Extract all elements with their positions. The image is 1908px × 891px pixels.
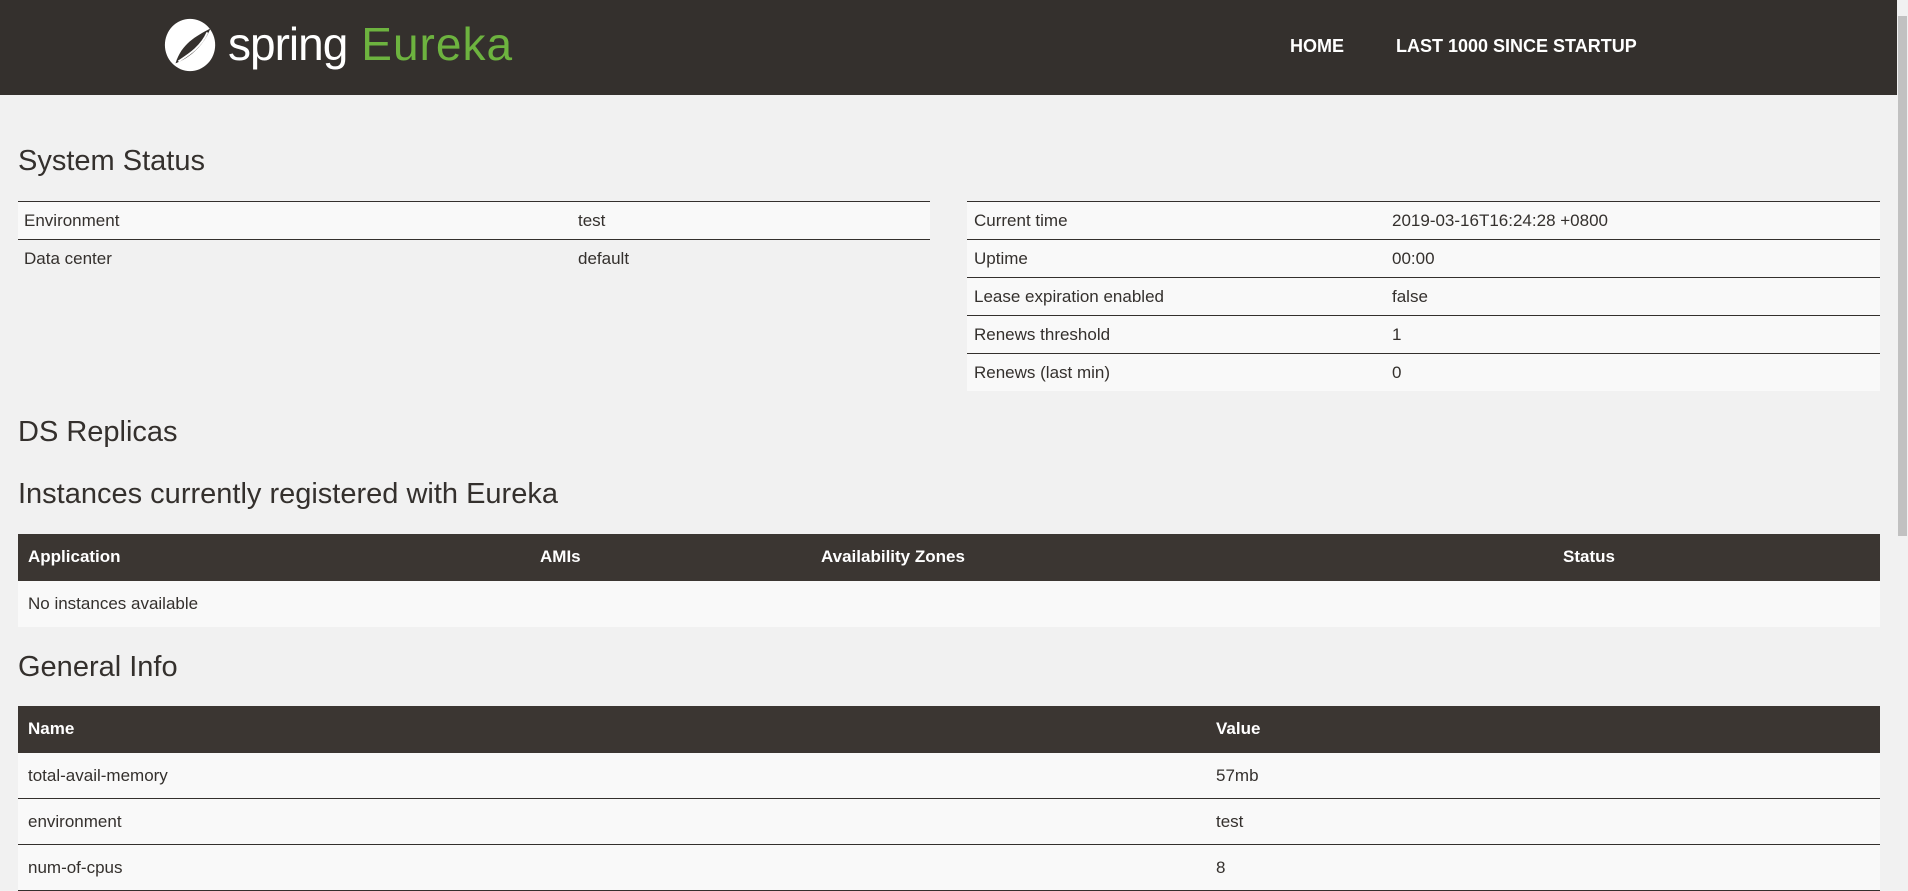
row-key: Renews (last min) [974, 363, 1111, 382]
scrollbar[interactable] [1897, 0, 1908, 886]
table-row: No instances available [18, 581, 1880, 627]
instances-table: Application AMIs Availability Zones Stat… [18, 534, 1880, 627]
table-row: Renews (last min) 0 [967, 353, 1880, 391]
row-key: Environment [24, 211, 120, 230]
spring-eureka-logo[interactable]: spring Eureka [162, 15, 513, 73]
table-row: Data center default [18, 239, 930, 277]
table-row: num-of-cpus 8 [18, 845, 1880, 891]
table-row: Lease expiration enabled false [967, 277, 1880, 315]
row-value: default [578, 249, 630, 268]
table-header: Name Value [18, 706, 1880, 753]
ds-replicas-heading: DS Replicas [18, 416, 178, 448]
col-availability-zones: Availability Zones [821, 547, 965, 566]
row-value: 1 [1392, 325, 1402, 344]
row-key: Data center [24, 249, 112, 268]
table-row: total-avail-memory 57mb [18, 753, 1880, 799]
table-row: Renews threshold 1 [967, 315, 1880, 353]
table-row: Environment test [18, 201, 930, 239]
row-value: 57mb [1216, 766, 1259, 785]
col-amis: AMIs [540, 547, 581, 566]
row-key: Lease expiration enabled [974, 287, 1164, 306]
table-row: Uptime 00:00 [967, 239, 1880, 277]
general-info-table: Name Value total-avail-memory 57mb enviro… [18, 706, 1880, 891]
system-status-right-table: Current time 2019-03-16T16:24:28 +0800 Up… [967, 201, 1880, 391]
instances-heading: Instances currently registered with Eure… [18, 478, 558, 510]
table-header: Application AMIs Availability Zones Stat… [18, 534, 1880, 581]
logo-eureka-text: Eureka [361, 18, 514, 70]
col-name: Name [28, 719, 75, 738]
row-key: environment [28, 812, 122, 831]
row-value: 2019-03-16T16:24:28 +0800 [1392, 211, 1608, 230]
row-value: test [1216, 812, 1244, 831]
system-status-heading: System Status [18, 145, 205, 177]
scrollbar-thumb[interactable] [1898, 16, 1907, 536]
system-status-left-table: Environment test Data center default [18, 201, 930, 277]
logo-spring-text: spring [228, 18, 348, 70]
row-value: 00:00 [1392, 249, 1435, 268]
nav-last1000-link[interactable]: LAST 1000 SINCE STARTUP [1396, 36, 1637, 57]
top-navbar: spring Eureka HOME LAST 1000 SINCE START… [0, 0, 1897, 95]
spring-leaf-icon [164, 18, 216, 72]
col-application: Application [28, 547, 121, 566]
col-status: Status [1563, 547, 1615, 566]
row-key: total-avail-memory [28, 766, 168, 785]
table-row: environment test [18, 799, 1880, 845]
table-row: Current time 2019-03-16T16:24:28 +0800 [967, 201, 1880, 239]
row-key: num-of-cpus [28, 858, 123, 877]
row-value: 8 [1216, 858, 1226, 877]
row-key: Uptime [974, 249, 1028, 268]
row-value: 0 [1392, 363, 1402, 382]
row-key: Renews threshold [974, 325, 1111, 344]
general-info-heading: General Info [18, 651, 178, 683]
row-value: false [1392, 287, 1428, 306]
col-value: Value [1216, 719, 1261, 738]
row-value: test [578, 211, 606, 230]
nav-home-link[interactable]: HOME [1290, 36, 1344, 57]
empty-message: No instances available [28, 594, 199, 613]
row-key: Current time [974, 211, 1068, 230]
